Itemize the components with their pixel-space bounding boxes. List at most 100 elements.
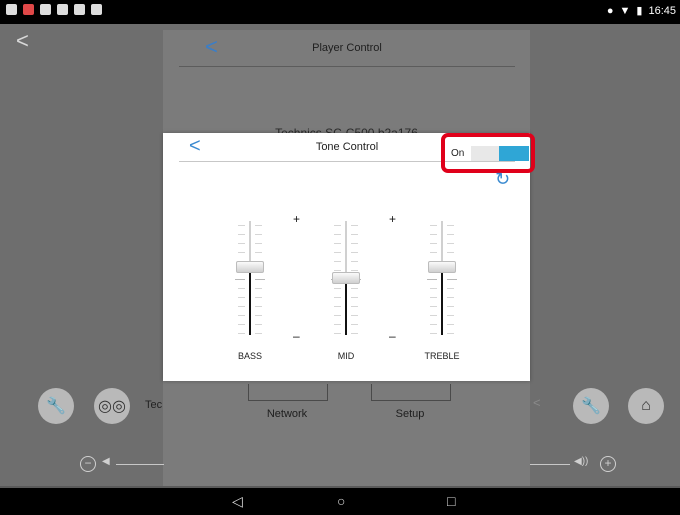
notification-icon [6,4,17,15]
status-bar: ● ▼ ▮ 16:45 [0,0,680,24]
slider-tick [351,288,358,289]
slider-tick [334,297,341,298]
phone-icon [40,4,51,15]
slider-tick [238,315,245,316]
volume-right: ◀)) + [530,456,620,472]
slider-tick [255,225,262,226]
bass-slider[interactable] [230,221,270,335]
slider-tick [351,225,358,226]
tone-toggle[interactable] [471,146,529,161]
slider-tick [255,324,262,325]
slider-tick [447,243,454,244]
slider-tick [351,324,358,325]
mid-slider[interactable] [326,221,366,335]
back-icon[interactable]: < [16,30,29,52]
slider-tick [255,306,262,307]
volume-down-icon[interactable]: − [80,456,96,472]
volume-up-icon[interactable]: + [600,456,616,472]
status-right: ● ▼ ▮ 16:45 [606,4,676,18]
slider-tick [447,288,454,289]
slider-tick [334,261,341,262]
slider-tick [447,315,454,316]
slider-tick [238,243,245,244]
tab-setup[interactable]: Setup [365,408,455,420]
player-header: < Player Control [179,30,515,67]
slider-label-bass: BASS [237,351,262,361]
wrench-icon[interactable]: 🔧 [573,388,609,424]
treble-slider[interactable] [422,221,462,335]
tab-network[interactable]: Network [242,408,332,420]
volume-left: − ◀ [80,456,164,472]
slider-label-mid: MID [337,351,355,361]
device-label: Tec [145,399,163,411]
toggle-knob[interactable] [499,146,529,161]
slider-tick [430,225,437,226]
slider-tick [447,234,454,235]
speaker-high-icon: ◀)) [574,456,589,467]
slider-tick [255,252,262,253]
slider-tick [430,297,437,298]
slider-tick [351,261,358,262]
slider-tick [255,243,262,244]
slider-tick [334,243,341,244]
speaker-icon[interactable]: ◎◎ [94,388,130,424]
calendar-icon [23,4,34,15]
slider-tick [427,279,437,280]
slider-tick [238,324,245,325]
slider-tick [351,252,358,253]
slider-tick [447,324,454,325]
share-icon[interactable]: < [533,395,541,410]
slider-tick [334,225,341,226]
plus-sign: + [293,212,301,226]
navigation-bar: ◁ ○ □ [0,488,680,515]
toggle-highlight: On [441,133,535,173]
slider-thumb[interactable] [428,260,456,273]
dnd-icon: ● [606,4,614,17]
tab-setup-box[interactable] [371,384,451,401]
slider-tick [334,270,341,271]
wifi-icon: ▼ [619,4,631,17]
slider-tick [334,315,341,316]
nav-recents-icon[interactable]: □ [447,493,455,509]
slider-tick [255,279,265,280]
tab-network-box[interactable] [248,384,328,401]
slider-tick [255,297,262,298]
slider-tick [351,333,358,334]
slider-tick [351,297,358,298]
minus-sign: – [293,329,300,343]
slider-tick [255,315,262,316]
slider-label-treble: TREBLE [424,351,460,361]
slider-tick [430,288,437,289]
volume-slider[interactable] [530,464,570,465]
slider-tick [334,288,341,289]
toggle-label: On [451,148,465,159]
slider-tick [334,324,341,325]
clock: 16:45 [648,4,676,17]
slider-tick [334,252,341,253]
slider-tick [238,234,245,235]
slider-fill [345,278,347,335]
nav-back-icon[interactable]: ◁ [232,493,243,510]
slider-thumb[interactable] [236,260,264,273]
slider-tick [255,288,262,289]
slider-tick [430,324,437,325]
slider-tick [334,306,341,307]
nav-home-icon[interactable]: ○ [337,493,345,509]
slider-tick [447,297,454,298]
home-icon[interactable]: ⌂ [628,388,664,424]
slider-tick [238,225,245,226]
slider-tick [351,243,358,244]
slider-tick [351,315,358,316]
slider-tick [255,333,262,334]
tone-control-dialog: < Tone Control On ↻ + + – – BASS MID TRE… [163,133,535,381]
app-icon [57,4,68,15]
slider-tick [447,225,454,226]
minus-sign: – [389,329,396,343]
volume-slider[interactable] [116,464,164,465]
slider-tick [430,252,437,253]
slider-tick [255,234,262,235]
slider-tick [430,315,437,316]
slider-thumb[interactable] [332,272,360,284]
wrench-speaker-icon[interactable]: 🔧 [38,388,74,424]
refresh-icon[interactable]: ↻ [495,169,510,190]
